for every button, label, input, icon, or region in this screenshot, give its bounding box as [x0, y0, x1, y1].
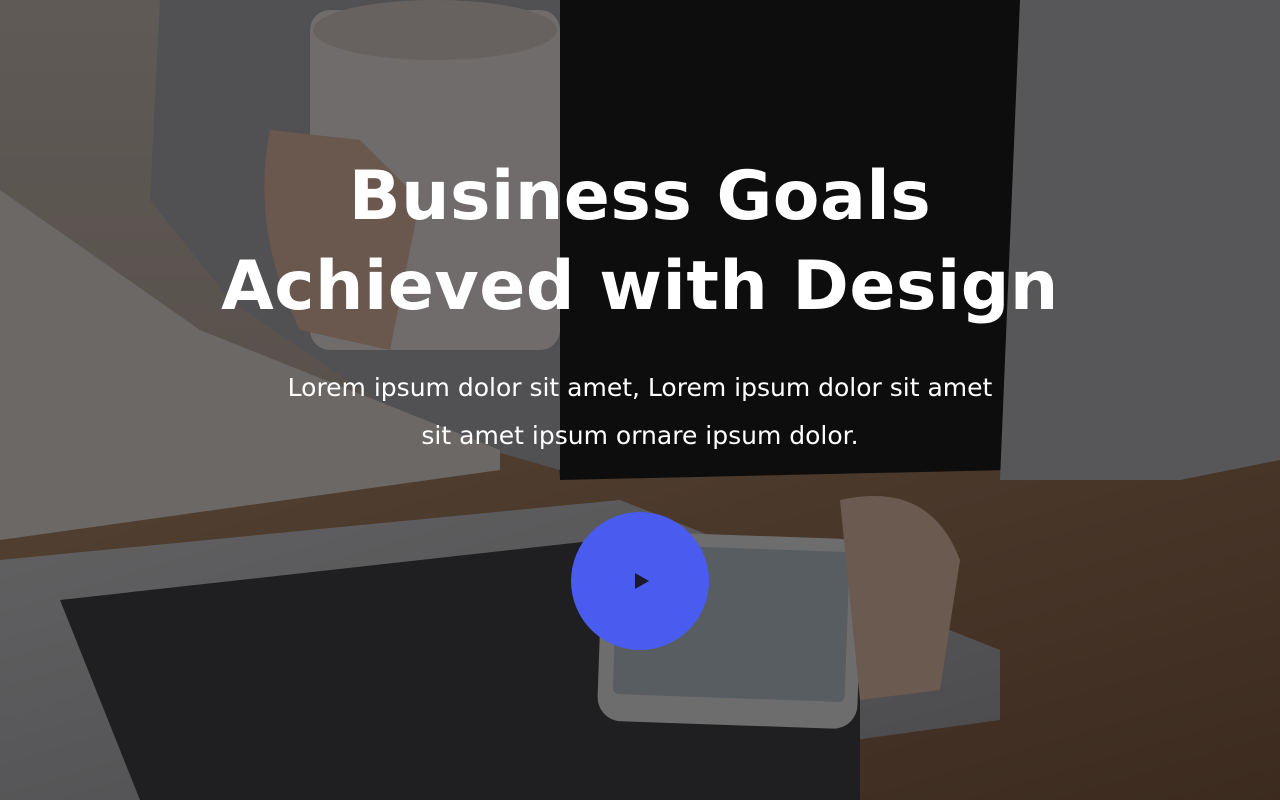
hero-title: Business Goals Achieved with Design	[140, 152, 1140, 332]
hero-subtitle-line-2: sit amet ipsum ornare ipsum dolor.	[421, 421, 859, 450]
hero-section: Business Goals Achieved with Design Lore…	[0, 0, 1280, 800]
hero-subtitle-line-1: Lorem ipsum dolor sit amet, Lorem ipsum …	[287, 373, 993, 402]
hero-title-line-1: Business Goals	[348, 157, 932, 236]
hero-title-line-2: Achieved with Design	[221, 247, 1059, 326]
play-video-button[interactable]	[571, 512, 709, 650]
hero-content: Business Goals Achieved with Design Lore…	[0, 0, 1280, 800]
hero-subtitle: Lorem ipsum dolor sit amet, Lorem ipsum …	[200, 364, 1080, 460]
play-icon	[635, 573, 649, 589]
